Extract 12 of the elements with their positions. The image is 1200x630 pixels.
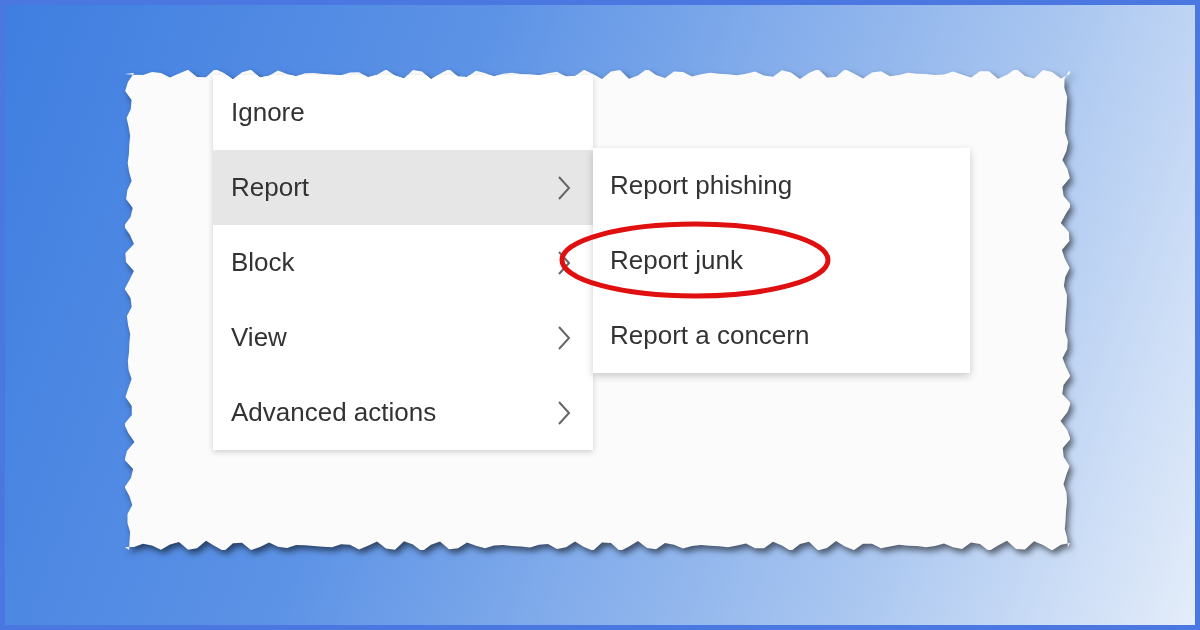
menu-item[interactable]: Ignore (213, 75, 593, 150)
submenu-item[interactable]: Report junk (610, 245, 743, 276)
chevron-icon (557, 174, 571, 201)
submenu-item[interactable]: Report phishing (610, 170, 793, 201)
menu-item[interactable]: Block (213, 225, 593, 300)
chevron-icon (557, 249, 571, 276)
submenu-item[interactable]: Report a concern (610, 320, 810, 351)
menu-item[interactable]: Advanced actions (213, 375, 593, 450)
menu-item[interactable]: Report (213, 150, 593, 225)
menu-item[interactable]: View (213, 300, 593, 375)
chevron-icon (557, 324, 571, 351)
chevron-icon (557, 399, 571, 426)
